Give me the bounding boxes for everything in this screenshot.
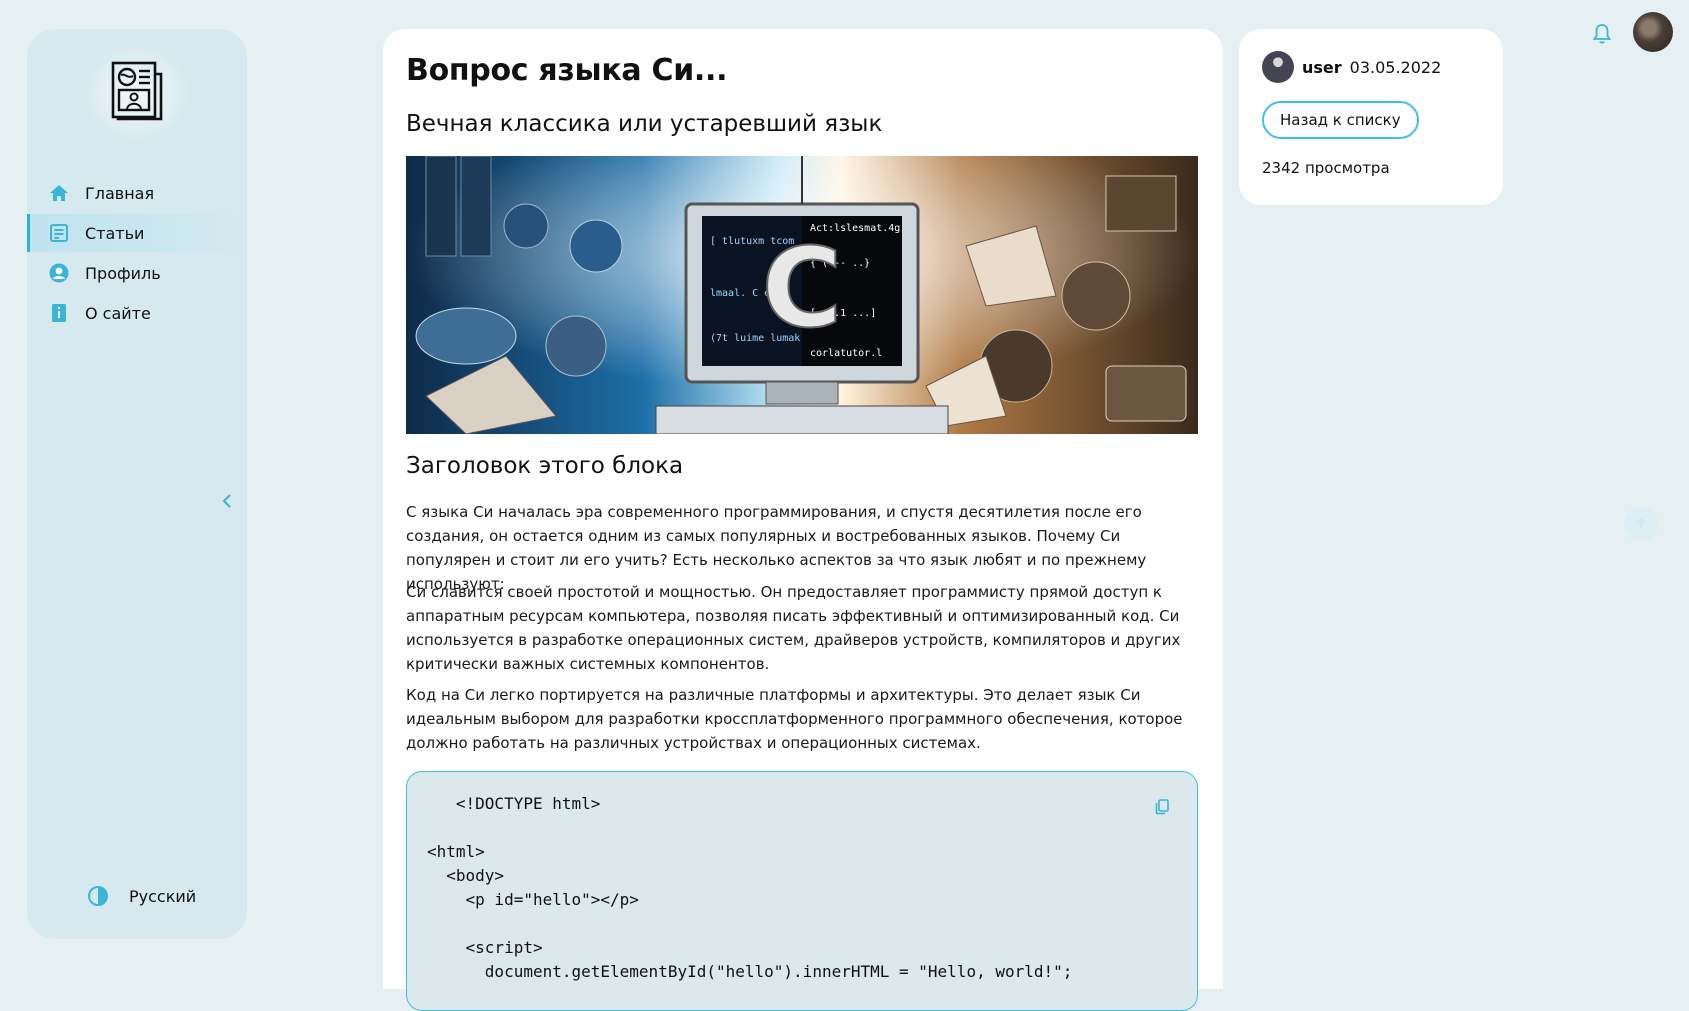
sidebar-item-about[interactable]: О сайте (27, 294, 247, 332)
article-subtitle: Вечная классика или устаревший язык (406, 111, 883, 137)
sidebar: Главная Статьи Профиль О сайте Русский (27, 29, 247, 939)
article-icon (48, 222, 70, 244)
sidebar-nav: Главная Статьи Профиль О сайте (27, 174, 247, 334)
language-switcher[interactable]: Русский (129, 887, 196, 906)
newspaper-icon (111, 61, 163, 120)
code-block: <!DOCTYPE html> <html> <body> <p id="hel… (406, 771, 1198, 1011)
sidebar-item-label: О сайте (85, 303, 151, 323)
chevron-left-icon (222, 494, 231, 508)
theme-toggle-icon[interactable] (87, 885, 109, 907)
sidebar-item-profile[interactable]: Профиль (27, 254, 247, 292)
article-title: Вопрос языка Си... (406, 53, 728, 88)
profile-icon (48, 262, 70, 284)
footer-controls: Русский (87, 885, 196, 907)
sidebar-item-home[interactable]: Главная (27, 174, 247, 212)
back-to-list-button[interactable]: Назад к списку (1262, 101, 1419, 139)
article-date: 03.05.2022 (1349, 57, 1442, 77)
scroll-top-button[interactable] (1624, 507, 1658, 541)
svg-text:С: С (762, 224, 843, 352)
article-card: Вопрос языка Си... Вечная классика или у… (383, 29, 1223, 1011)
article-paragraph: Си славится своей простотой и мощностью.… (406, 583, 1181, 673)
author-username[interactable]: user (1302, 58, 1342, 77)
sidebar-item-label: Профиль (85, 263, 161, 283)
user-avatar[interactable] (1633, 12, 1673, 52)
block-title: Заголовок этого блока (406, 453, 684, 479)
sidebar-item-label: Главная (85, 183, 155, 203)
bell-icon[interactable] (1590, 22, 1614, 46)
logo[interactable] (27, 43, 247, 143)
sidebar-item-articles[interactable]: Статьи (27, 214, 247, 252)
arrow-up-icon (1636, 517, 1646, 529)
info-icon (48, 302, 70, 324)
author-avatar[interactable] (1262, 51, 1294, 83)
sidebar-item-label: Статьи (85, 223, 145, 243)
author-row: user 03.05.2022 (1262, 51, 1441, 83)
views-count: 2342 просмотра (1262, 159, 1390, 177)
copy-icon[interactable] (1153, 798, 1171, 816)
home-icon (48, 182, 70, 204)
article-info-card: user 03.05.2022 Назад к списку 2342 прос… (1239, 29, 1503, 205)
code-content: <!DOCTYPE html> <html> <body> <p id="hel… (427, 794, 1073, 981)
article-hero-image: [ tlutuxm tcom lmaal. C en (7t luime lum… (406, 156, 1198, 434)
article-paragraph: Код на Си легко портируется на различные… (406, 686, 1183, 752)
collapse-sidebar-button[interactable] (219, 491, 235, 511)
